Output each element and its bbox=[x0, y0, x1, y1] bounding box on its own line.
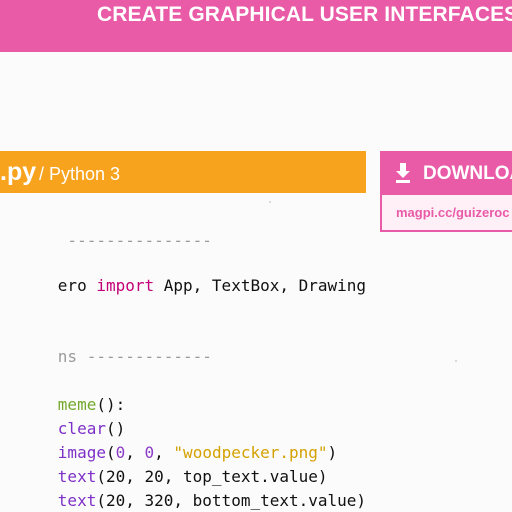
download-arrow-icon bbox=[396, 163, 410, 183]
document-page: CREATE GRAPHICAL USER INTERFACES WITH .p… bbox=[0, 0, 512, 512]
code-block: --------------- ero import App, TextBox,… bbox=[0, 193, 366, 512]
code-token: (20, 320, bottom_text.value) bbox=[96, 491, 366, 510]
code-token: App, TextBox, Drawing bbox=[154, 276, 366, 295]
code-token: ) bbox=[327, 443, 338, 462]
code-token: ero bbox=[57, 276, 97, 295]
code-comment: ns ------------- bbox=[57, 347, 212, 366]
top-banner: CREATE GRAPHICAL USER INTERFACES WITH bbox=[0, 0, 512, 52]
code-line-2: ero import App, TextBox, Drawing bbox=[0, 250, 366, 322]
download-panel: DOWNLOA magpi.cc/guizeroc bbox=[380, 151, 512, 232]
code-file-header: .py / Python 3 bbox=[0, 151, 366, 193]
banner-title: CREATE GRAPHICAL USER INTERFACES WITH bbox=[97, 3, 512, 26]
download-link[interactable]: magpi.cc/guizeroc bbox=[396, 205, 509, 220]
paper-speck bbox=[269, 201, 271, 203]
download-title: DOWNLOA bbox=[423, 163, 512, 184]
paper-speck bbox=[455, 360, 457, 362]
import-keyword: import bbox=[96, 276, 155, 295]
code-filename: .py bbox=[0, 158, 37, 186]
method-name: text bbox=[57, 491, 97, 510]
code-line-8: text(20, 320, bottom_text.value) bbox=[0, 465, 366, 512]
code-comment: --------------- bbox=[57, 231, 212, 250]
download-title-bar: DOWNLOA bbox=[382, 153, 512, 195]
code-language-label: / Python 3 bbox=[39, 164, 121, 184]
